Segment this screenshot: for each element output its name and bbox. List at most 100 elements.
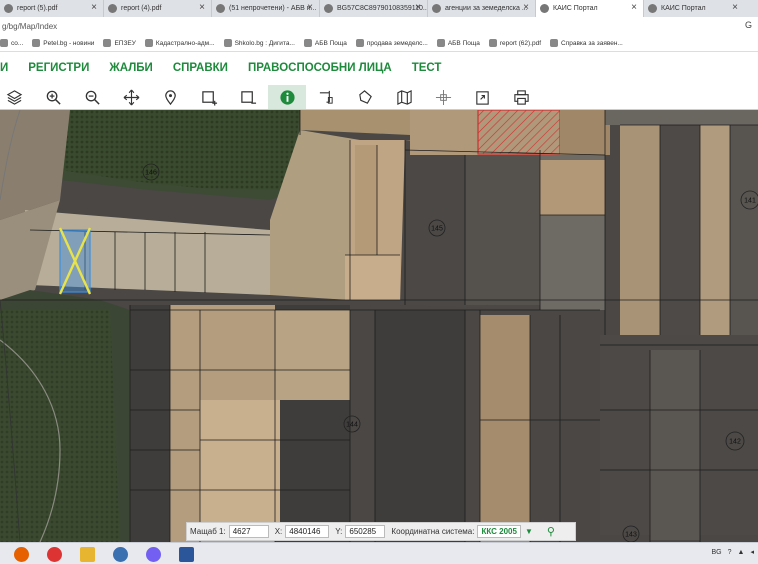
main-nav: И РЕГИСТРИ ЖАЛБИ СПРАВКИ ПРАВОСПОСОБНИ ЛИЦА Т… bbox=[0, 52, 758, 83]
tab-title: агенции за земеделска ... bbox=[445, 5, 528, 12]
crosshair-icon bbox=[435, 89, 451, 105]
browser-tab[interactable]: BG57C8C89790108359110... × bbox=[320, 0, 428, 17]
bookmark-label: Shkolo.bg : Дигита... bbox=[234, 39, 295, 47]
bookmark-favicon-icon bbox=[0, 39, 8, 47]
bookmark-item[interactable]: report (62).pdf bbox=[488, 39, 542, 47]
nav-item[interactable]: СПРАВКИ bbox=[173, 62, 228, 74]
language-indicator[interactable]: BG bbox=[712, 549, 722, 556]
measure-distance-tool-button[interactable] bbox=[307, 85, 345, 109]
bookmark-item[interactable]: Shkolo.bg : Дигита... bbox=[223, 39, 295, 47]
coordinate-system-select[interactable]: ККС 2005 bbox=[477, 525, 521, 538]
chevron-down-icon[interactable]: ▼ bbox=[525, 527, 533, 536]
bookmark-favicon-icon bbox=[436, 39, 445, 47]
browser-tab[interactable]: агенции за земеделска ... × bbox=[428, 0, 536, 17]
chrome-taskbar-button[interactable] bbox=[43, 545, 65, 563]
map-book-tool-button[interactable] bbox=[385, 85, 423, 109]
bookmark-label: продава земеделс... bbox=[366, 39, 428, 47]
scale-label: Мащаб 1: bbox=[190, 527, 226, 536]
search-icon[interactable]: ⚲ bbox=[547, 525, 555, 538]
word-taskbar-button[interactable] bbox=[175, 545, 197, 563]
parcel-label-text: 142 bbox=[729, 439, 741, 446]
tab-favicon-icon bbox=[216, 4, 225, 13]
export-tool-button[interactable] bbox=[463, 85, 501, 109]
word-icon bbox=[178, 546, 194, 562]
system-tray[interactable]: BG ? ▲ ◂ bbox=[712, 548, 754, 557]
bookmark-label: ЕПЗЕУ bbox=[114, 39, 136, 47]
print-tool-button[interactable] bbox=[502, 85, 540, 109]
bookmark-label: report (62).pdf bbox=[499, 39, 542, 47]
bookmarks-bar: co... Petel.bg - новини ЕПЗЕУ Кадастрално-а… bbox=[0, 35, 758, 52]
nav-item[interactable]: ТЕСТ bbox=[412, 62, 442, 74]
parcel-label-text: 141 bbox=[744, 198, 756, 205]
layers-tool-button[interactable] bbox=[0, 85, 33, 109]
bookmark-item[interactable]: co... bbox=[0, 39, 23, 47]
user-app-taskbar-button[interactable] bbox=[109, 545, 131, 563]
bookmark-label: Справка за заявен... bbox=[561, 39, 623, 47]
scale-input[interactable]: 4627 bbox=[228, 525, 269, 538]
volume-icon[interactable]: ◂ bbox=[750, 548, 754, 556]
tab-favicon-icon bbox=[432, 4, 441, 13]
nav-item[interactable]: ПРАВОСПОСОБНИ ЛИЦА bbox=[248, 62, 392, 74]
parcel-label-text: 143 bbox=[625, 532, 637, 539]
tab-title: report (4).pdf bbox=[121, 5, 162, 12]
y-coordinate-field: 650285 bbox=[345, 525, 386, 538]
map-view[interactable]: 146 145 141 144 142 143 bbox=[0, 110, 758, 542]
select-plus-tool-button[interactable] bbox=[190, 85, 228, 109]
browser-tab[interactable]: КАИС Портал × bbox=[644, 0, 744, 17]
tab-title: КАИС Портал bbox=[553, 5, 598, 12]
bookmark-item[interactable]: Petel.bg - новини bbox=[32, 39, 94, 47]
tab-title: (51 непрочетени) - АБВ п... bbox=[229, 5, 317, 12]
bookmark-item[interactable]: АБВ Поща bbox=[303, 39, 347, 47]
firefox-taskbar-button[interactable] bbox=[10, 545, 32, 563]
address-bar[interactable]: g/bg/Map/Index G bbox=[0, 17, 758, 35]
browser-tab[interactable]: report (5).pdf × bbox=[0, 0, 104, 17]
tab-favicon-icon bbox=[108, 4, 117, 13]
select-minus-tool-button[interactable] bbox=[229, 85, 267, 109]
viber-icon bbox=[145, 546, 161, 562]
measure-area-tool-button[interactable] bbox=[346, 85, 384, 109]
bookmark-item[interactable]: АБВ Поща bbox=[436, 39, 480, 47]
browser-tab[interactable]: report (4).pdf × bbox=[104, 0, 212, 17]
info-tool-button[interactable] bbox=[268, 85, 306, 109]
file-explorer-taskbar-button[interactable] bbox=[76, 545, 98, 563]
bookmark-favicon-icon bbox=[144, 39, 153, 47]
nav-item[interactable]: РЕГИСТРИ bbox=[28, 62, 89, 74]
viber-taskbar-button[interactable] bbox=[142, 545, 164, 563]
bookmark-item[interactable]: Кадастрално-адм... bbox=[144, 39, 215, 47]
windows-taskbar: BG ? ▲ ◂ bbox=[0, 542, 758, 564]
tab-favicon-icon bbox=[648, 4, 657, 13]
google-icon[interactable]: G bbox=[745, 20, 752, 30]
firefox-icon bbox=[13, 546, 29, 562]
close-tab-icon[interactable]: × bbox=[523, 2, 529, 13]
user-app-icon bbox=[112, 546, 128, 562]
browser-tab[interactable]: КАИС Портал × bbox=[536, 0, 644, 17]
bookmark-item[interactable]: продава земеделс... bbox=[355, 39, 428, 47]
network-icon[interactable]: ▲ bbox=[738, 549, 745, 556]
bookmark-item[interactable]: Справка за заявен... bbox=[550, 39, 623, 47]
bookmark-label: АБВ Поща bbox=[447, 39, 480, 47]
chrome-icon bbox=[46, 546, 62, 562]
close-tab-icon[interactable]: × bbox=[732, 2, 738, 13]
close-tab-icon[interactable]: × bbox=[307, 2, 313, 13]
bookmark-label: co... bbox=[11, 39, 24, 47]
help-icon[interactable]: ? bbox=[728, 549, 732, 556]
crosshair-tool-button[interactable] bbox=[424, 85, 462, 109]
bookmark-item[interactable]: ЕПЗЕУ bbox=[103, 39, 136, 47]
map-toolbar bbox=[0, 83, 758, 110]
nav-item[interactable]: И bbox=[0, 62, 8, 74]
nav-item[interactable]: ЖАЛБИ bbox=[109, 62, 152, 74]
location-pin-tool-button[interactable] bbox=[151, 85, 189, 109]
layers-icon bbox=[6, 89, 22, 105]
close-tab-icon[interactable]: × bbox=[199, 2, 205, 13]
y-label: Y: bbox=[335, 527, 343, 536]
close-tab-icon[interactable]: × bbox=[631, 2, 637, 13]
close-tab-icon[interactable]: × bbox=[91, 2, 97, 13]
measure-area-icon bbox=[358, 89, 372, 104]
zoom-out-tool-button[interactable] bbox=[73, 85, 111, 109]
bookmark-favicon-icon bbox=[303, 39, 312, 47]
browser-tab[interactable]: (51 непрочетени) - АБВ п... × bbox=[212, 0, 320, 17]
pan-tool-button[interactable] bbox=[112, 85, 150, 109]
close-tab-icon[interactable]: × bbox=[415, 2, 421, 13]
zoom-in-tool-button[interactable] bbox=[34, 85, 72, 109]
address-url[interactable]: g/bg/Map/Index bbox=[2, 22, 57, 31]
